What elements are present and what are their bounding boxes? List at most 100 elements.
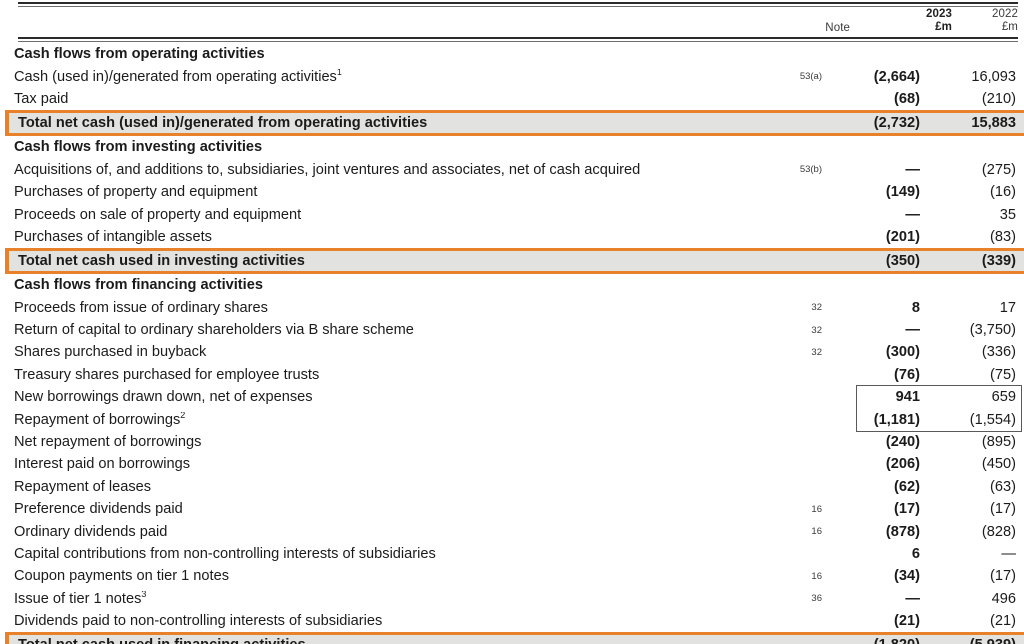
table-row: Repayment of borrowings2 (1,181) (1,554) xyxy=(0,408,1024,430)
table-row: Proceeds on sale of property and equipme… xyxy=(0,203,1024,225)
note-reference: 53(b) xyxy=(799,164,822,176)
column-header-2022: 2022 £m xyxy=(928,8,1018,34)
row-label: Purchases of intangible assets xyxy=(14,228,212,245)
table-row: Dividends paid to non-controlling intere… xyxy=(0,610,1024,632)
value-2023: (17) xyxy=(894,501,920,518)
value-2023: (76) xyxy=(894,366,920,383)
note-reference: 32 xyxy=(811,302,822,314)
table-row: Return of capital to ordinary shareholde… xyxy=(0,319,1024,341)
row-label: Purchases of property and equipment xyxy=(14,184,258,201)
row-label: Ordinary dividends paid xyxy=(14,523,168,540)
row-label: Coupon payments on tier 1 notes xyxy=(14,568,229,585)
value-2023: (2,664) xyxy=(873,68,920,85)
note-reference: 16 xyxy=(811,526,822,538)
row-label: Cash (used in)/generated from operating … xyxy=(14,68,342,85)
value-2023: (2,732) xyxy=(873,115,920,132)
value-2022: (450) xyxy=(981,456,1016,473)
table-row: Coupon payments on tier 1 notes 16 (34) (17… xyxy=(0,565,1024,587)
value-2022: (210) xyxy=(981,90,1016,107)
value-2022: 496 xyxy=(991,590,1016,607)
value-2023: (1,181) xyxy=(873,411,920,428)
table-row: Tax paid (68) (210) xyxy=(0,88,1024,110)
row-label: Repayment of borrowings2 xyxy=(14,411,186,428)
value-2023: (201) xyxy=(885,228,920,245)
value-2023: (1,820) xyxy=(824,637,924,644)
value-2022: (275) xyxy=(981,161,1016,178)
value-2022: (63) xyxy=(990,478,1016,495)
value-2022: (17) xyxy=(990,501,1016,518)
row-label: Interest paid on borrowings xyxy=(14,456,191,473)
header-rule-thin xyxy=(18,41,1018,42)
value-2022: (75) xyxy=(990,366,1016,383)
column-header-note: Note xyxy=(760,22,850,35)
table-row: Ordinary dividends paid 16 (878) (828) xyxy=(0,520,1024,542)
value-2023: — xyxy=(905,590,920,607)
row-label: New borrowings drawn down, net of expens… xyxy=(14,389,313,406)
row-label: Proceeds on sale of property and equipme… xyxy=(14,206,302,223)
footnote-marker: 3 xyxy=(141,590,147,599)
value-2023: (878) xyxy=(885,523,920,540)
value-2022: (336) xyxy=(981,344,1016,361)
value-2023: 941 xyxy=(895,389,920,406)
note-reference: 32 xyxy=(811,324,822,336)
section-header-row: Cash flows from operating activities xyxy=(0,43,1024,65)
row-label: Dividends paid to non-controlling intere… xyxy=(14,613,383,630)
value-2022: (1,554) xyxy=(969,411,1016,428)
table-row: Purchases of property and equipment (149)… xyxy=(0,181,1024,203)
value-2023: (240) xyxy=(885,434,920,451)
row-label: Cash flows from financing activities xyxy=(14,277,263,294)
row-label: Shares purchased in buyback xyxy=(14,344,207,361)
table-row: Preference dividends paid 16 (17) (17) xyxy=(0,498,1024,520)
row-label: Acquisitions of, and additions to, subsi… xyxy=(14,161,641,178)
row-label: Tax paid xyxy=(14,90,69,107)
value-2022: (5,939) xyxy=(924,637,1018,644)
row-label: Net repayment of borrowings xyxy=(14,434,202,451)
column-header-2022-unit: £m xyxy=(1001,21,1018,33)
value-2023: (62) xyxy=(894,478,920,495)
value-2022: 16,093 xyxy=(971,68,1016,85)
table-row: Shares purchased in buyback 32 (300) (336) xyxy=(0,341,1024,363)
value-2022: (83) xyxy=(990,228,1016,245)
value-2023: (34) xyxy=(894,568,920,585)
total-row: Total net cash used in financing activit… xyxy=(5,632,1024,644)
value-2023: (350) xyxy=(885,253,920,270)
footnote-marker: 2 xyxy=(180,411,186,420)
row-label: Preference dividends paid xyxy=(14,501,183,518)
note-reference: 16 xyxy=(811,503,822,515)
note-reference: 32 xyxy=(811,346,822,358)
table-row: Treasury shares purchased for employee t… xyxy=(0,364,1024,386)
value-2022: (17) xyxy=(990,568,1016,585)
row-label: Issue of tier 1 notes3 xyxy=(14,590,147,607)
row-label: Proceeds from issue of ordinary shares xyxy=(14,299,268,316)
row-label: Cash flows from investing activities xyxy=(14,139,263,156)
table-row: Purchases of intangible assets (201) (83) xyxy=(0,226,1024,248)
table-row: Cash (used in)/generated from operating … xyxy=(0,65,1024,87)
footnote-marker: 1 xyxy=(336,68,342,77)
total-row: Total net cash used in investing activit… xyxy=(5,248,1024,275)
value-2022: 35 xyxy=(999,206,1016,223)
value-2022: (339) xyxy=(981,253,1016,270)
table-row: Issue of tier 1 notes3 36 — 496 xyxy=(0,588,1024,610)
value-2022: 17 xyxy=(999,299,1016,316)
value-2022: 15,883 xyxy=(971,115,1016,132)
table-row: Interest paid on borrowings (206) (450) xyxy=(0,453,1024,475)
row-label: Total net cash used in investing activit… xyxy=(18,253,305,270)
value-2023: — xyxy=(905,161,920,178)
section-header-row: Cash flows from financing activities xyxy=(0,274,1024,296)
value-2023: (206) xyxy=(885,456,920,473)
table-row: New borrowings drawn down, net of expens… xyxy=(0,386,1024,408)
value-2023: (21) xyxy=(894,613,920,630)
value-2023: 6 xyxy=(911,546,920,562)
value-2023: (149) xyxy=(885,184,920,201)
section-header-row: Cash flows from investing activities xyxy=(0,136,1024,158)
table-row: Repayment of leases (62) (63) xyxy=(0,476,1024,498)
table-row: Acquisitions of, and additions to, subsi… xyxy=(0,159,1024,181)
table-row: Net repayment of borrowings (240) (895) xyxy=(0,431,1024,453)
statement-rows: Cash flows from operating activities Cash… xyxy=(0,43,1024,644)
note-reference: 53(a) xyxy=(799,71,822,83)
note-reference: 16 xyxy=(811,570,822,582)
cash-flow-statement-page: Note 2023 £m 2022 £m Cash flows from ope… xyxy=(0,0,1024,644)
row-label: Treasury shares purchased for employee t… xyxy=(14,366,320,383)
value-2022: 659 xyxy=(991,389,1016,406)
value-2023: (300) xyxy=(885,344,920,361)
